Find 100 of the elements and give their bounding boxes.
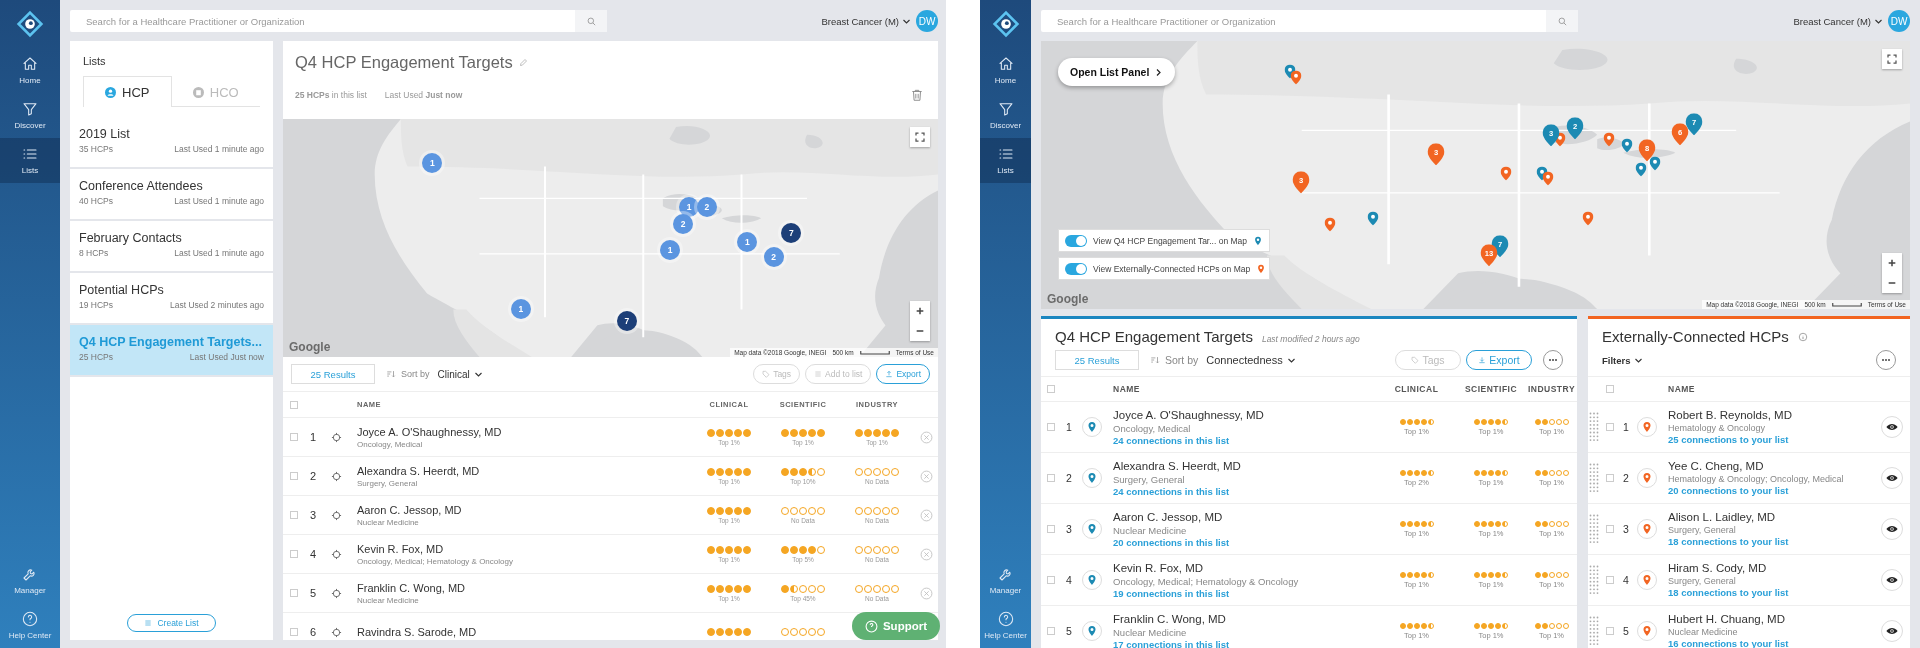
crosshair-icon[interactable] [330, 470, 342, 482]
view-button[interactable] [1881, 518, 1903, 540]
create-list-button[interactable]: Create List [127, 614, 216, 632]
drag-handle-icon[interactable] [1589, 463, 1599, 493]
toggle-switch[interactable] [1065, 262, 1087, 275]
list-item[interactable]: Q4 HCP Engagement Targets... 25 HCPs Last Used Just now [70, 325, 273, 375]
hcp-name[interactable]: Hiram S. Cody, MD [1668, 562, 1874, 574]
hcp-name[interactable]: Yee C. Cheng, MD [1668, 460, 1874, 472]
connections-link[interactable]: 20 connections to your list [1668, 485, 1874, 496]
drag-handle-icon[interactable] [1589, 514, 1599, 544]
drag-handle-icon[interactable] [1589, 412, 1599, 442]
checkbox[interactable] [1047, 385, 1055, 393]
map-pin[interactable]: 7 [1685, 112, 1703, 135]
zoom-out-button[interactable] [1882, 273, 1902, 293]
checkbox[interactable] [290, 511, 298, 519]
nav-item[interactable]: Lists [0, 138, 60, 183]
sort-dropdown[interactable]: Connectedness [1206, 354, 1296, 366]
connections-link[interactable]: 25 connections to your list [1668, 434, 1874, 445]
checkbox[interactable] [1047, 576, 1055, 584]
hcp-name[interactable]: Aaron C. Jessop, MD [1113, 510, 1377, 523]
checkbox[interactable] [1606, 627, 1614, 635]
view-button[interactable] [1881, 467, 1903, 489]
map-pin[interactable] [1542, 171, 1554, 186]
map-pin[interactable] [1603, 132, 1615, 147]
map-pin[interactable]: 13 [1480, 244, 1498, 267]
connections-link[interactable]: 18 connections to your list [1668, 536, 1874, 547]
checkbox[interactable] [290, 589, 298, 597]
checkbox[interactable] [290, 472, 298, 480]
map-pin[interactable] [1290, 69, 1302, 84]
hcp-name[interactable]: Kevin R. Fox, MD [1113, 561, 1377, 574]
locate-button[interactable] [1082, 417, 1102, 437]
view-button[interactable] [1881, 416, 1903, 438]
map-pin[interactable] [1367, 211, 1379, 226]
crosshair-icon[interactable] [330, 626, 342, 638]
checkbox[interactable] [290, 550, 298, 558]
hcp-name[interactable]: Robert B. Reynolds, MD [1668, 409, 1874, 421]
hcp-name[interactable]: Joyce A. O'Shaughnessy, MD [1113, 408, 1377, 421]
connections-link[interactable]: 17 connections in this list [1113, 638, 1377, 648]
info-icon[interactable] [1797, 331, 1808, 342]
hcp-name[interactable]: Aaron C. Jessop, MD [357, 503, 692, 516]
connections-link[interactable]: 24 connections in this list [1113, 485, 1377, 497]
search-button[interactable] [575, 10, 607, 32]
checkbox[interactable] [1606, 423, 1614, 431]
connections-link[interactable]: 24 connections in this list [1113, 434, 1377, 446]
search-field[interactable]: Search for a Healthcare Practitioner or Organization [70, 10, 575, 32]
locate-button[interactable] [1637, 519, 1657, 539]
checkbox[interactable] [1047, 525, 1055, 533]
map-pin[interactable] [1635, 162, 1647, 177]
support-button[interactable]: Support [852, 612, 940, 640]
open-panel-button[interactable]: Open List Panel [1058, 58, 1176, 86]
hcp-name[interactable]: Franklin C. Wong, MD [357, 581, 692, 594]
nav-item[interactable]: Manager [0, 558, 60, 603]
download-button[interactable]: Export [1466, 350, 1532, 370]
crosshair-icon[interactable] [330, 431, 342, 443]
zoom-out-button[interactable] [910, 321, 930, 341]
map-pin[interactable] [1582, 211, 1594, 226]
connections-link[interactable]: 19 connections in this list [1113, 587, 1377, 599]
search-field[interactable]: Search for a Healthcare Practitioner or Organization [1041, 10, 1546, 32]
crosshair-icon[interactable] [330, 587, 342, 599]
fullscreen-button[interactable] [1882, 49, 1902, 69]
view-button[interactable] [1881, 569, 1903, 591]
nav-item[interactable]: Discover [980, 93, 1031, 138]
remove-button[interactable] [919, 508, 933, 522]
more-button[interactable] [1876, 350, 1896, 370]
more-button[interactable] [1543, 350, 1563, 370]
map-pin[interactable]: 8 [1638, 138, 1656, 161]
hcp-name[interactable]: Hubert H. Chuang, MD [1668, 613, 1874, 625]
pencil-icon[interactable] [518, 58, 528, 67]
remove-button[interactable] [919, 586, 933, 600]
drag-handle-icon[interactable] [1589, 616, 1599, 646]
remove-button[interactable] [919, 547, 933, 561]
checkbox[interactable] [1047, 474, 1055, 482]
map-pin[interactable] [1500, 166, 1512, 181]
view-button[interactable] [1881, 620, 1903, 642]
crosshair-icon[interactable] [330, 509, 342, 521]
nav-item[interactable]: Home [0, 48, 60, 93]
sort-dropdown[interactable]: Clinical [437, 368, 483, 380]
zoom-in-button[interactable] [1882, 253, 1902, 273]
checkbox[interactable] [1606, 576, 1614, 584]
checkbox[interactable] [1606, 474, 1614, 482]
list-item[interactable]: 2019 List 35 HCPs Last Used 1 minute ago [70, 117, 273, 167]
nav-item[interactable]: Help Center [0, 603, 60, 648]
map-pin[interactable]: 3 [1542, 124, 1560, 147]
list-item[interactable]: February Contacts 8 HCPs Last Used 1 minute ago [70, 221, 273, 271]
export-button[interactable]: Export [876, 364, 930, 384]
filters-dropdown[interactable]: Filters [1602, 354, 1643, 366]
hcp-name[interactable]: Kevin R. Fox, MD [357, 542, 692, 555]
nav-item[interactable]: Manager [980, 558, 1031, 603]
map-pin[interactable]: 2 [1566, 117, 1584, 140]
locate-button[interactable] [1637, 468, 1657, 488]
nav-item[interactable]: Lists [980, 138, 1031, 183]
checkbox[interactable] [1606, 385, 1614, 393]
connections-link[interactable]: 18 connections to your list [1668, 587, 1874, 598]
user-avatar[interactable]: DW [916, 10, 938, 32]
list-item[interactable]: Potential HCPs 19 HCPs Last Used 2 minutes ago [70, 273, 273, 323]
context-dropdown[interactable]: Breast Cancer (M) [821, 15, 911, 27]
hcp-name[interactable]: Alexandra S. Heerdt, MD [357, 464, 692, 477]
checkbox[interactable] [290, 433, 298, 441]
map-pin[interactable] [1554, 132, 1566, 147]
locate-button[interactable] [1082, 621, 1102, 641]
